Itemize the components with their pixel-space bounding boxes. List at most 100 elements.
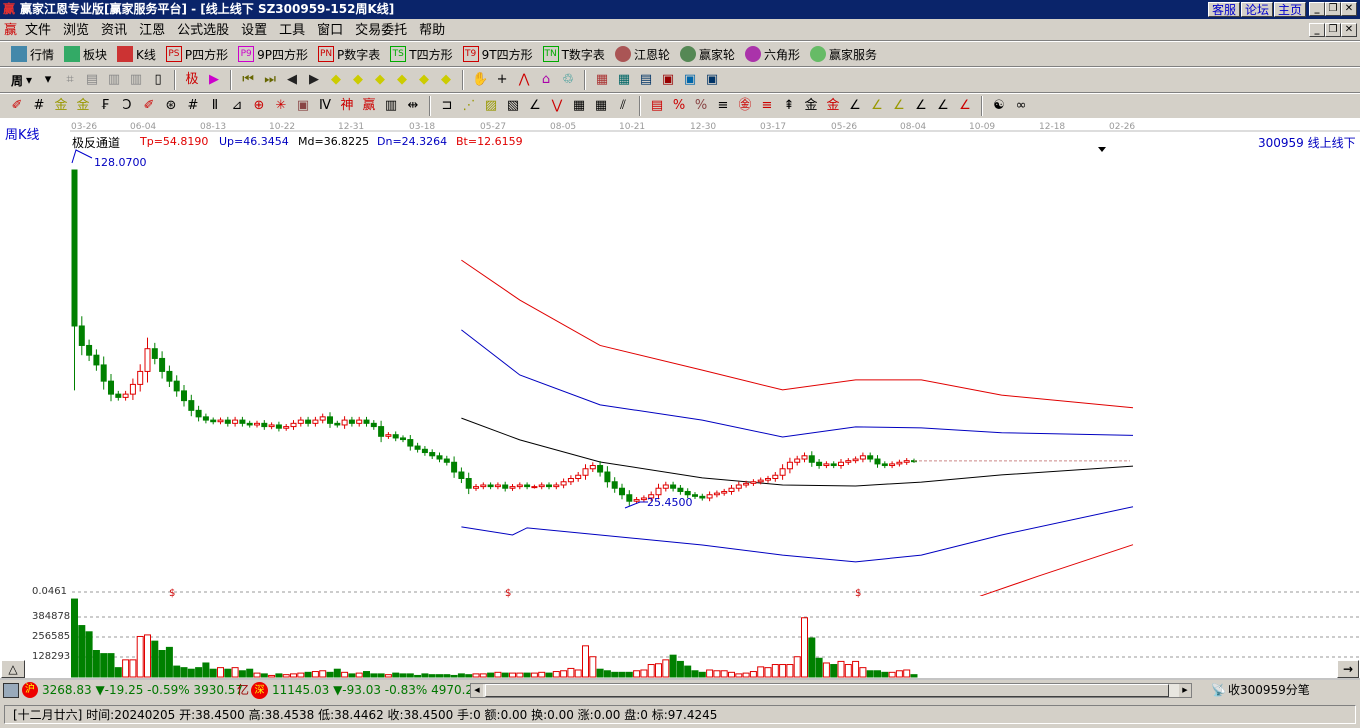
expand-up-button[interactable]: △	[1, 660, 25, 678]
scroll-right-button[interactable]: →	[1337, 660, 1359, 678]
scrollbar-thumb[interactable]	[485, 684, 1169, 697]
volume-bar	[253, 672, 261, 678]
volume-bar	[71, 598, 78, 678]
candle-down	[151, 348, 158, 359]
volume-bar	[217, 667, 224, 678]
volume-bar	[414, 674, 422, 678]
candle-down	[93, 354, 100, 366]
param-bt: Bt=12.6159	[456, 135, 523, 148]
volume-bar	[129, 659, 137, 678]
volume-bar	[684, 665, 692, 678]
candle-up	[896, 461, 903, 465]
vol-axis-3: 128293	[32, 651, 71, 662]
candle-up	[480, 484, 487, 488]
dividend-marker: $	[505, 588, 511, 599]
scroll-left-arrow[interactable]: ◀	[471, 684, 483, 697]
candle-down	[239, 419, 246, 424]
candle-down	[502, 484, 509, 489]
cursor-marker-icon	[1098, 147, 1106, 152]
param-dn: Dn=24.3264	[377, 135, 448, 148]
candle-up	[743, 482, 750, 486]
channel-line-bt	[979, 544, 1134, 596]
candle-up	[290, 422, 297, 428]
candle-down	[108, 380, 114, 395]
date-tick: 06-04	[130, 122, 157, 132]
volume-bar	[238, 670, 246, 678]
candle-down	[830, 463, 837, 467]
volume-bar	[370, 673, 378, 678]
volume-bar	[560, 670, 568, 678]
calendar-grid-icon[interactable]	[3, 683, 19, 698]
volume-bar	[443, 674, 451, 678]
candle-up	[735, 484, 742, 489]
date-tick: 05-26	[831, 122, 858, 132]
date-tick: 12-18	[1039, 122, 1066, 132]
volume-bar	[574, 669, 582, 678]
channel-line-dn	[461, 506, 1134, 563]
high-marker	[71, 149, 93, 164]
volume-bar	[844, 664, 852, 678]
candle-down	[173, 380, 180, 392]
candle-up	[283, 426, 290, 429]
indicator-label: 周K线	[5, 128, 40, 143]
antenna-icon: 📡	[1211, 683, 1226, 697]
volume-bar	[706, 669, 714, 678]
volume-bar	[165, 646, 173, 678]
candle-down	[881, 463, 888, 467]
candle-down	[100, 364, 107, 382]
volume-bar	[450, 674, 458, 678]
candle-up	[823, 463, 830, 467]
date-tick: 02-26	[1109, 122, 1136, 132]
candle-up	[560, 481, 567, 486]
volume-bar	[428, 674, 436, 678]
volume-bar	[421, 673, 429, 678]
volume-bar	[173, 665, 181, 678]
candle-up	[838, 461, 844, 467]
volume-bar	[107, 653, 115, 678]
volume-bar	[888, 671, 896, 678]
volume-bar	[676, 660, 684, 678]
volume-bar	[866, 670, 874, 678]
candle-up	[122, 393, 129, 398]
receive-status: 收300959分笔	[1228, 683, 1310, 697]
candle-down	[334, 422, 341, 426]
volume-bar	[436, 674, 443, 678]
candle-up	[779, 468, 786, 476]
candle-down	[246, 422, 253, 426]
candle-up	[516, 484, 523, 488]
volume-bar	[808, 637, 816, 678]
channel-line-md	[461, 417, 1134, 487]
candle-down	[348, 419, 355, 424]
volume-bar	[501, 672, 509, 678]
date-tick: 08-04	[900, 122, 927, 132]
date-tick: 03-18	[409, 122, 436, 132]
volume-bar	[479, 673, 487, 678]
volume-bar	[341, 671, 349, 678]
candle-up	[385, 434, 392, 437]
candle-up	[531, 486, 538, 489]
volume-bar	[224, 668, 232, 678]
volume-bar	[662, 659, 670, 678]
volume-bar	[647, 664, 655, 678]
candle-up	[553, 484, 560, 488]
candle-down	[261, 422, 268, 428]
param-up: Up=46.3454	[219, 135, 289, 148]
volume-bar	[114, 667, 122, 678]
volume-bar	[355, 672, 363, 678]
volume-bar	[830, 664, 838, 678]
scroll-right-arrow[interactable]: ▶	[1179, 684, 1191, 697]
candle-down	[115, 393, 122, 398]
quote-info: [十二月廿六] 时间:20240205 开:38.4500 高:38.4538 …	[13, 708, 718, 722]
candle-up	[297, 419, 304, 424]
date-tick: 08-05	[550, 122, 577, 132]
volume-bar	[282, 674, 290, 678]
volume-bar	[669, 654, 677, 678]
candle-down	[421, 448, 428, 454]
volume-bar	[720, 670, 728, 678]
channel-line-tp	[461, 259, 1134, 409]
volume-bar	[348, 673, 356, 678]
sz-index: 11145.03 ▼-93.03 -0.83% 4970.2	[272, 683, 474, 697]
candle-down	[188, 400, 195, 411]
candle-up	[750, 481, 757, 484]
horizontal-scrollbar[interactable]: ◀ ▶	[470, 683, 1192, 698]
